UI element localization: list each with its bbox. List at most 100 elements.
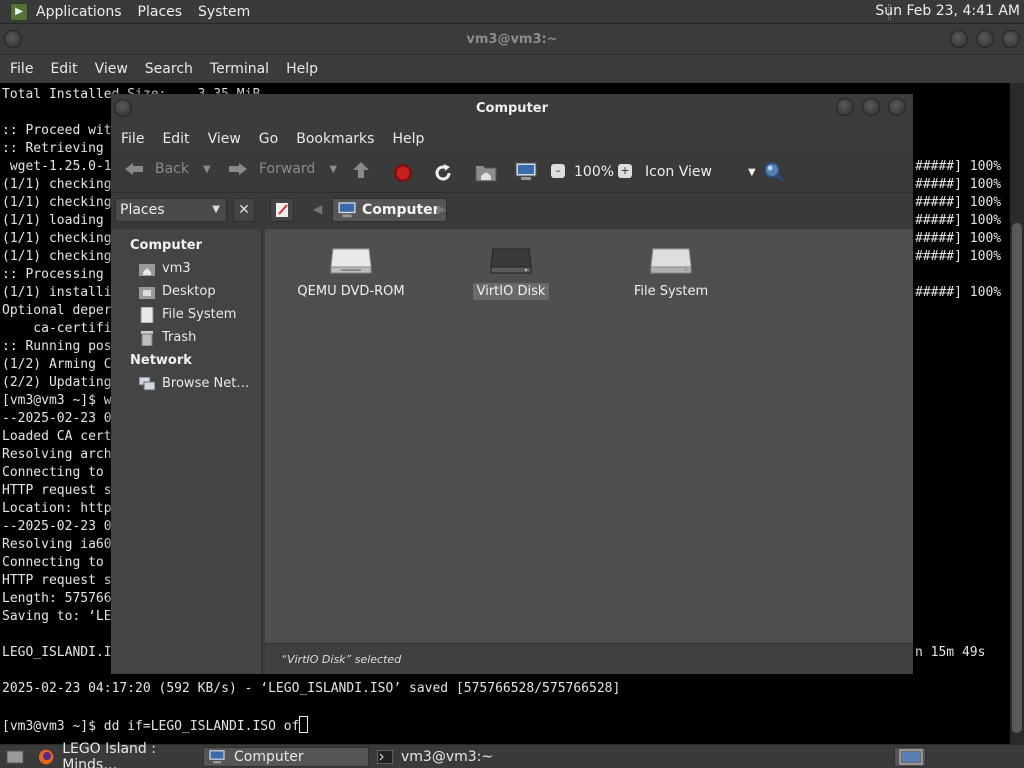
toggle-location-entry-button[interactable] [270,198,294,222]
sidebar-item-browse-network[interactable]: Browse Net… [139,376,249,391]
terminal-line: Resolving arch [2,447,112,462]
terminal-titlebar[interactable]: vm3@vm3:~ [0,24,1024,55]
forward-button[interactable]: Forward ▼ [227,161,337,177]
minimize-button[interactable] [836,98,854,116]
fm-menu-go[interactable]: Go [253,131,284,147]
zoom-out-button[interactable]: – [551,164,565,178]
close-icon: ✕ [238,202,250,218]
breadcrumb-scroll-right-icon[interactable]: ▶ [437,202,446,216]
fm-menu-file[interactable]: File [115,131,150,147]
home-button[interactable] [475,164,497,182]
terminal-menubar: File Edit View Search Terminal Help [0,55,1024,83]
sidebar-item-trash[interactable]: Trash [139,330,196,346]
reload-button[interactable] [433,163,453,183]
file-manager-menubar: File Edit View Go Bookmarks Help [111,124,913,153]
bottom-panel: LEGO Island : Minds… Computer vm3@vm3:~ [0,741,1024,768]
fm-menu-view[interactable]: View [202,131,247,147]
computer-monitor-icon [515,162,537,182]
sidebar-item-label: File System [162,307,237,322]
breadcrumb-scroll-left-icon[interactable]: ◀ [313,202,322,216]
terminal-line: (1/1) checking [2,177,112,192]
breadcrumb-computer[interactable]: Computer [332,198,447,222]
terminal-menu-help[interactable]: Help [280,61,324,77]
zoom-level[interactable]: 100% [574,164,614,180]
task-computer[interactable]: Computer [203,747,369,767]
terminal-title: vm3@vm3:~ [466,32,558,47]
show-desktop-button[interactable] [2,747,24,767]
sidebar-item-file-system[interactable]: File System [139,306,237,323]
maximize-button[interactable] [976,30,994,48]
terminal-prompt-line[interactable]: [vm3@vm3 ~]$ dd if=LEGO_ISLANDI.ISO of [2,716,309,736]
show-desktop-icon [6,750,24,764]
menu-applications[interactable]: Applications [28,4,130,20]
terminal-line: Location: http [2,501,112,516]
terminal-line: Saving to: ‘LE [2,609,112,624]
terminal-line: ca-certifi [2,321,112,336]
terminal-line: (1/1) checking [2,195,112,210]
file-manager-titlebar[interactable]: Computer [111,94,913,124]
clock[interactable]: Sun Feb 23, 4:41 AM [875,3,1020,19]
terminal-line-right: #####] 100% [915,177,1002,192]
task-terminal[interactable]: vm3@vm3:~ [373,747,539,767]
computer-monitor-icon [208,749,226,764]
workspace-switcher[interactable] [894,747,926,767]
sidebar-item-label: vm3 [162,261,191,276]
file-item-label: VirtIO Disk [472,283,550,300]
fm-menu-help[interactable]: Help [386,131,430,147]
back-button[interactable]: Back ▼ [123,161,211,177]
file-item-file-system[interactable]: File System [601,245,741,300]
terminal-line-right: #####] 100% [915,159,1002,174]
terminal-line: --2025-02-23 0 [2,411,112,426]
task-label: LEGO Island : Minds… [62,741,156,768]
applications-logo-icon[interactable]: ▶ [10,2,28,21]
fm-menu-bookmarks[interactable]: Bookmarks [290,131,380,147]
close-button[interactable] [1002,30,1020,48]
fm-menu-edit[interactable]: Edit [156,131,195,147]
back-history-dropdown-icon[interactable]: ▼ [203,164,211,175]
sidebar-type-select[interactable]: Places ▼ [115,198,227,222]
file-item-virtio-disk[interactable]: VirtIO Disk [441,245,581,300]
file-item-qemu-dvd-rom[interactable]: QEMU DVD-ROM [281,245,421,300]
zoom-in-button[interactable]: + [618,164,632,178]
status-text: “VirtIO Disk” selected [281,653,402,666]
menu-system[interactable]: System [190,4,258,20]
search-button[interactable] [763,161,785,183]
sidebar-item-vm3[interactable]: vm3 [139,261,191,276]
zoom-in-icon: + [618,164,632,178]
terminal-line: [vm3@vm3 ~]$ w [2,393,112,408]
forward-history-dropdown-icon[interactable]: ▼ [329,164,337,175]
maximize-button[interactable] [862,98,880,116]
up-arrow-icon [351,161,371,179]
terminal-scrollbar[interactable] [1010,83,1024,744]
stop-button[interactable] [393,163,413,183]
task-firefox[interactable]: LEGO Island : Minds… [34,741,200,768]
scrollbar-thumb[interactable] [1012,223,1022,733]
terminal-menu-file[interactable]: File [4,61,39,77]
terminal-menu-edit[interactable]: Edit [44,61,83,77]
file-item-label: File System [633,284,709,299]
chevron-down-icon: ▼ [747,166,756,178]
menu-places[interactable]: Places [130,4,191,20]
terminal-menu-view[interactable]: View [89,61,134,77]
close-button[interactable] [888,98,906,116]
terminal-line-right: #####] 100% [915,231,1002,246]
terminal-menu-search[interactable]: Search [139,61,199,77]
terminal-line: Connecting to [2,555,104,570]
terminal-line: :: Retrieving [2,141,104,156]
terminal-line: (1/2) Arming C [2,357,112,372]
terminal-line: (1/1) checking [2,249,112,264]
terminal-line-right: #####] 100% [915,285,1002,300]
view-mode-select[interactable]: Icon View ▼ [645,164,756,180]
terminal-menu-terminal[interactable]: Terminal [204,61,275,77]
optical-drive-icon [330,248,372,274]
places-sidebar: Computer vm3 Desktop File System Trash N… [111,229,263,674]
terminal-line: Connecting to [2,465,104,480]
minimize-button[interactable] [950,30,968,48]
back-arrow-icon [123,161,145,177]
icon-view[interactable]: QEMU DVD-ROM VirtIO Disk File System [265,229,913,643]
computer-button[interactable] [515,162,537,182]
close-sidebar-button[interactable]: ✕ [233,198,255,222]
up-button[interactable] [351,161,371,179]
top-panel: ▶ Applications Places System Sun Feb 23,… [0,0,1024,24]
sidebar-item-desktop[interactable]: Desktop [139,284,216,299]
